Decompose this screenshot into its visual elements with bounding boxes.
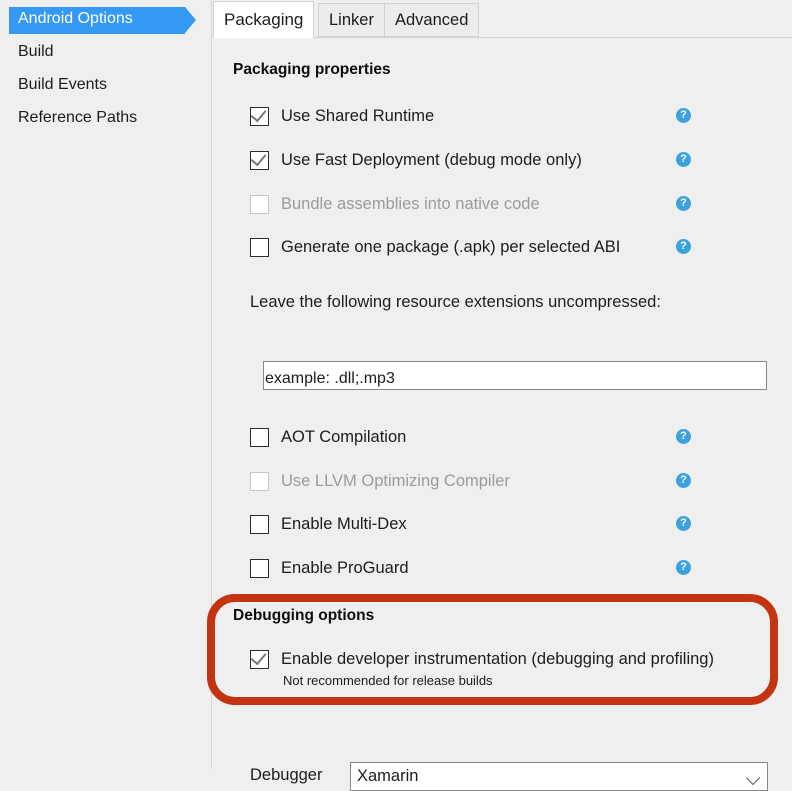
help-icon[interactable]: ? bbox=[676, 473, 691, 488]
checkmark-icon bbox=[250, 149, 267, 166]
sidebar-selection-arrow-icon bbox=[185, 7, 196, 33]
help-icon[interactable]: ? bbox=[676, 560, 691, 575]
enable-developer-instrumentation-label: Enable developer instrumentation (debugg… bbox=[281, 649, 714, 668]
debugging-options-header: Debugging options bbox=[233, 607, 375, 624]
help-icon[interactable]: ? bbox=[676, 429, 691, 444]
sidebar-item-build-events[interactable]: Build Events bbox=[0, 70, 211, 100]
use-fast-deployment-checkbox[interactable] bbox=[250, 149, 269, 170]
help-icon[interactable]: ? bbox=[676, 196, 691, 211]
checkbox-row-use-fast-deployment[interactable]: Use Fast Deployment (debug mode only) bbox=[250, 147, 582, 173]
generate-one-package-checkbox[interactable] bbox=[250, 237, 269, 257]
generate-one-package-label: Generate one package (.apk) per selected… bbox=[281, 237, 621, 256]
uncompressed-extensions-label: Leave the following resource extensions … bbox=[250, 293, 661, 311]
enable-proguard-label: Enable ProGuard bbox=[281, 558, 409, 577]
bundle-assemblies-checkbox bbox=[250, 194, 269, 214]
bundle-assemblies-label: Bundle assemblies into native code bbox=[281, 194, 540, 213]
help-icon[interactable]: ? bbox=[676, 152, 691, 167]
use-shared-runtime-label: Use Shared Runtime bbox=[281, 106, 435, 125]
use-shared-runtime-checkbox[interactable] bbox=[250, 105, 269, 126]
chevron-down-icon[interactable] bbox=[745, 770, 761, 786]
sidebar-item-label: Build Events bbox=[18, 76, 107, 93]
tab-advanced[interactable]: Advanced bbox=[384, 3, 480, 37]
sidebar-item-label: Build bbox=[18, 43, 54, 60]
sidebar-item-label: Android Options bbox=[18, 10, 133, 27]
instrumentation-note: Not recommended for release builds bbox=[283, 673, 493, 688]
aot-compilation-checkbox[interactable] bbox=[250, 427, 269, 447]
sidebar-item-reference-paths[interactable]: Reference Paths bbox=[0, 103, 211, 133]
checkmark-icon bbox=[250, 105, 267, 122]
checkbox-row-enable-multi-dex[interactable]: Enable Multi-Dex bbox=[250, 511, 407, 537]
packaging-properties-header: Packaging properties bbox=[233, 61, 391, 78]
checkbox-row-generate-one-package[interactable]: Generate one package (.apk) per selected… bbox=[250, 234, 620, 260]
tab-packaging[interactable]: Packaging bbox=[213, 1, 315, 38]
sidebar-item-label: Reference Paths bbox=[18, 109, 138, 126]
enable-multi-dex-checkbox[interactable] bbox=[250, 514, 269, 534]
checkbox-row-enable-developer-instrumentation[interactable]: Enable developer instrumentation (debugg… bbox=[250, 646, 714, 672]
tab-linker[interactable]: Linker bbox=[318, 3, 385, 37]
enable-developer-instrumentation-checkbox[interactable] bbox=[250, 648, 269, 669]
use-llvm-optimizing-compiler-checkbox bbox=[250, 471, 269, 491]
checkbox-row-use-llvm: Use LLVM Optimizing Compiler bbox=[250, 468, 510, 494]
packaging-tab-panel: Packaging properties Use Shared Runtime … bbox=[213, 37, 792, 791]
sidebar-item-android-options[interactable]: Android Options bbox=[0, 4, 211, 34]
tab-strip: Packaging Linker Advanced bbox=[213, 0, 792, 40]
uncompressed-extensions-example: example: .dll;.mp3 bbox=[265, 370, 395, 387]
checkbox-row-use-shared-runtime[interactable]: Use Shared Runtime bbox=[250, 103, 434, 129]
help-icon[interactable]: ? bbox=[676, 108, 691, 123]
sidebar-list: Android Options Build Build Events Refer… bbox=[0, 0, 211, 133]
settings-category-sidebar: Android Options Build Build Events Refer… bbox=[0, 0, 212, 769]
enable-proguard-checkbox[interactable] bbox=[250, 558, 269, 578]
debugger-dropdown[interactable]: Xamarin bbox=[350, 762, 768, 791]
help-icon[interactable]: ? bbox=[676, 516, 691, 531]
checkmark-icon bbox=[250, 648, 267, 665]
help-icon[interactable]: ? bbox=[676, 239, 691, 254]
use-fast-deployment-label: Use Fast Deployment (debug mode only) bbox=[281, 150, 582, 169]
checkbox-row-aot-compilation[interactable]: AOT Compilation bbox=[250, 424, 406, 450]
checkbox-row-bundle-assemblies: Bundle assemblies into native code bbox=[250, 191, 540, 217]
sidebar-item-build[interactable]: Build bbox=[0, 37, 211, 67]
debugger-selected-value: Xamarin bbox=[357, 767, 419, 785]
checkbox-row-enable-proguard[interactable]: Enable ProGuard bbox=[250, 555, 409, 581]
aot-compilation-label: AOT Compilation bbox=[281, 427, 407, 446]
enable-multi-dex-label: Enable Multi-Dex bbox=[281, 514, 407, 533]
use-llvm-optimizing-compiler-label: Use LLVM Optimizing Compiler bbox=[281, 471, 510, 490]
